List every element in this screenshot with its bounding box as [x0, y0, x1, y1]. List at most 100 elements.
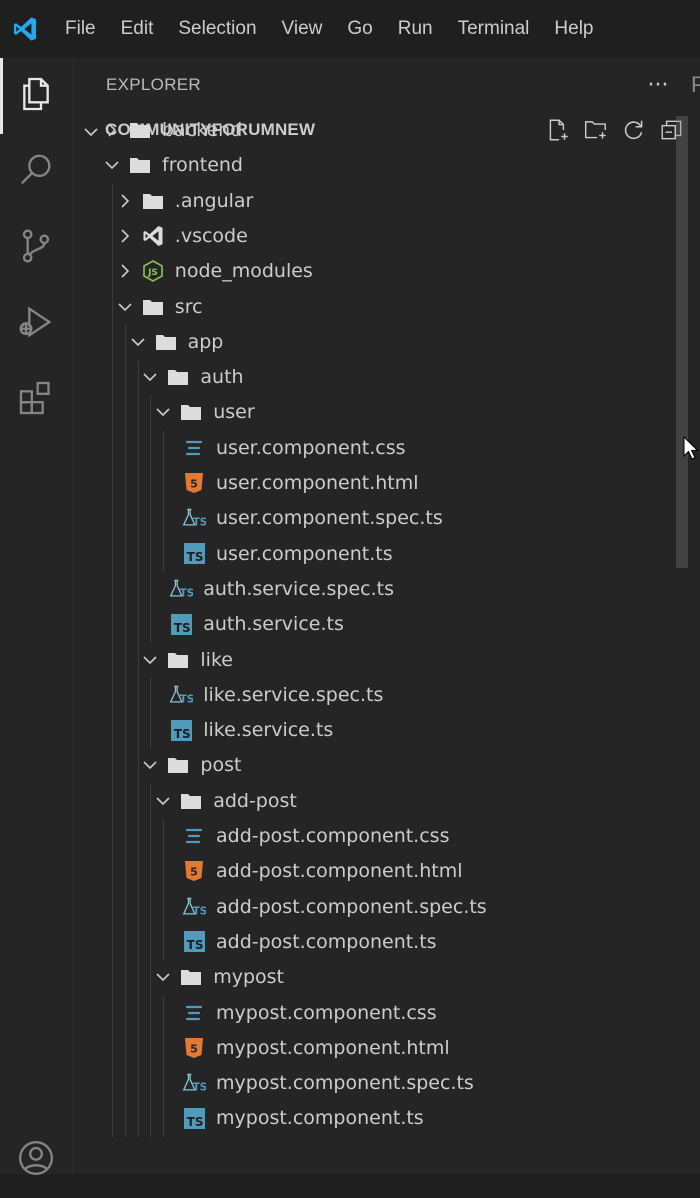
- menu-help[interactable]: Help: [542, 0, 606, 58]
- tree-folder-row[interactable]: .angular: [73, 184, 683, 219]
- tree-file-row[interactable]: 5 user.component.html: [73, 466, 683, 501]
- explorer-header: EXPLORER: [73, 58, 683, 112]
- tree-file-row[interactable]: TS auth.service.spec.ts: [73, 572, 683, 607]
- tree-folder-row[interactable]: mypost: [73, 960, 683, 995]
- chevron-down-icon[interactable]: [153, 791, 173, 811]
- test-file-icon: TS: [182, 1071, 206, 1095]
- chevron-down-icon[interactable]: [115, 297, 135, 317]
- tree-file-row[interactable]: TS like.service.spec.ts: [73, 678, 683, 713]
- tree-item-label: like.service.ts: [203, 719, 334, 742]
- menu-run[interactable]: Run: [385, 0, 445, 58]
- tree-folder-row[interactable]: user: [73, 395, 683, 430]
- tree-folder-row[interactable]: like: [73, 643, 683, 678]
- search-icon: [16, 150, 56, 194]
- chevron-right-icon[interactable]: [115, 226, 135, 246]
- activity-bar: [0, 58, 73, 1175]
- tree-file-row[interactable]: 5 mypost.component.html: [73, 1031, 683, 1066]
- indent-guide: [163, 995, 165, 1137]
- menu-view[interactable]: View: [269, 0, 335, 58]
- indent-guide: [137, 360, 139, 1137]
- tree-item-label: auth.service.spec.ts: [203, 577, 394, 600]
- tree-item-label: .angular: [174, 189, 254, 212]
- typescript-file-icon: TS: [182, 542, 206, 566]
- chevron-down-icon[interactable]: [140, 650, 160, 670]
- indent-guide: [150, 677, 152, 749]
- source-control-button[interactable]: [0, 210, 72, 286]
- tree-item-label: mypost.component.ts: [216, 1107, 424, 1130]
- tree-file-row[interactable]: mypost.component.css: [73, 996, 683, 1031]
- mouse-cursor-icon: [683, 435, 699, 466]
- tree-file-row[interactable]: add-post.component.css: [73, 819, 683, 854]
- tree-item-label: add-post.component.spec.ts: [216, 895, 487, 918]
- menu-file[interactable]: File: [50, 0, 108, 58]
- search-button[interactable]: [0, 134, 72, 210]
- tree-file-row[interactable]: TS add-post.component.ts: [73, 925, 683, 960]
- chevron-down-icon[interactable]: [140, 367, 160, 387]
- tree-item-label: like.service.spec.ts: [203, 683, 384, 706]
- source-control-icon: [16, 226, 56, 270]
- tree-file-row[interactable]: TS like.service.ts: [73, 713, 683, 748]
- tree-folder-row[interactable]: JS node_modules: [73, 254, 683, 289]
- chevron-down-icon[interactable]: [102, 155, 122, 175]
- html-file-icon: 5: [182, 471, 206, 495]
- folder-icon: [154, 330, 178, 354]
- more-actions-button[interactable]: ···: [643, 70, 673, 100]
- tree-folder-row[interactable]: backend: [73, 113, 683, 148]
- chevron-down-icon[interactable]: [128, 332, 148, 352]
- tree-folder-row[interactable]: auth: [73, 360, 683, 395]
- chevron-right-icon[interactable]: [102, 120, 122, 140]
- chevron-down-icon[interactable]: [153, 402, 173, 422]
- tree-item-label: add-post: [213, 789, 297, 812]
- menu-edit[interactable]: Edit: [108, 0, 166, 58]
- svg-text:JS: JS: [147, 268, 158, 278]
- tree-file-row[interactable]: user.component.css: [73, 431, 683, 466]
- run-debug-button[interactable]: [0, 286, 72, 362]
- test-file-icon: TS: [169, 577, 193, 601]
- indent-guide: [112, 183, 113, 1137]
- tree-file-row[interactable]: TS user.component.spec.ts: [73, 501, 683, 536]
- indent-guide: [150, 395, 152, 643]
- svg-text:5: 5: [190, 1042, 198, 1055]
- menu-bar: File Edit Selection View Go Run Terminal…: [50, 0, 606, 58]
- folder-icon: [141, 189, 165, 213]
- css-file-icon: [182, 436, 206, 460]
- chevron-down-icon[interactable]: [153, 967, 173, 987]
- chevron-right-icon[interactable]: [115, 261, 135, 281]
- tree-file-row[interactable]: 5 add-post.component.html: [73, 854, 683, 889]
- extensions-button[interactable]: [0, 362, 72, 438]
- tree-folder-row[interactable]: app: [73, 325, 683, 360]
- ellipsis-icon: ···: [647, 72, 669, 98]
- indent-guide: [124, 324, 126, 1137]
- tree-folder-row[interactable]: src: [73, 290, 683, 325]
- indent-guide: [163, 430, 165, 572]
- account-button[interactable]: [0, 1122, 72, 1198]
- tree-folder-row[interactable]: post: [73, 748, 683, 783]
- tree-file-row[interactable]: TS add-post.component.spec.ts: [73, 890, 683, 925]
- tree-file-row[interactable]: TS auth.service.ts: [73, 607, 683, 642]
- tree-item-label: add-post.component.css: [216, 825, 450, 847]
- menu-terminal[interactable]: Terminal: [445, 0, 542, 58]
- account-icon: [16, 1138, 56, 1182]
- tree-folder-row[interactable]: frontend: [73, 148, 683, 183]
- folder-icon: [179, 400, 203, 424]
- folder-icon: [166, 365, 190, 389]
- svg-text:TS: TS: [193, 1082, 206, 1094]
- tree-item-label: add-post.component.ts: [216, 930, 437, 953]
- svg-text:5: 5: [190, 866, 198, 879]
- tree-file-row[interactable]: TS mypost.component.ts: [73, 1101, 683, 1136]
- tree-item-label: mypost.component.html: [216, 1036, 450, 1059]
- tree-file-row[interactable]: TS mypost.component.spec.ts: [73, 1066, 683, 1101]
- svg-text:5: 5: [190, 478, 198, 491]
- html-file-icon: 5: [182, 1036, 206, 1060]
- explorer-button[interactable]: [0, 58, 72, 134]
- chevron-right-icon[interactable]: [115, 191, 135, 211]
- tree-file-row[interactable]: TS user.component.ts: [73, 537, 683, 572]
- tree-folder-row[interactable]: .vscode: [73, 219, 683, 254]
- scrollbar-thumb[interactable]: [676, 116, 688, 568]
- svg-text:TS: TS: [193, 905, 206, 917]
- chevron-down-icon[interactable]: [140, 755, 160, 775]
- menu-selection[interactable]: Selection: [166, 0, 269, 58]
- menu-go[interactable]: Go: [335, 0, 385, 58]
- tree-folder-row[interactable]: add-post: [73, 784, 683, 819]
- folder-icon: [128, 118, 152, 142]
